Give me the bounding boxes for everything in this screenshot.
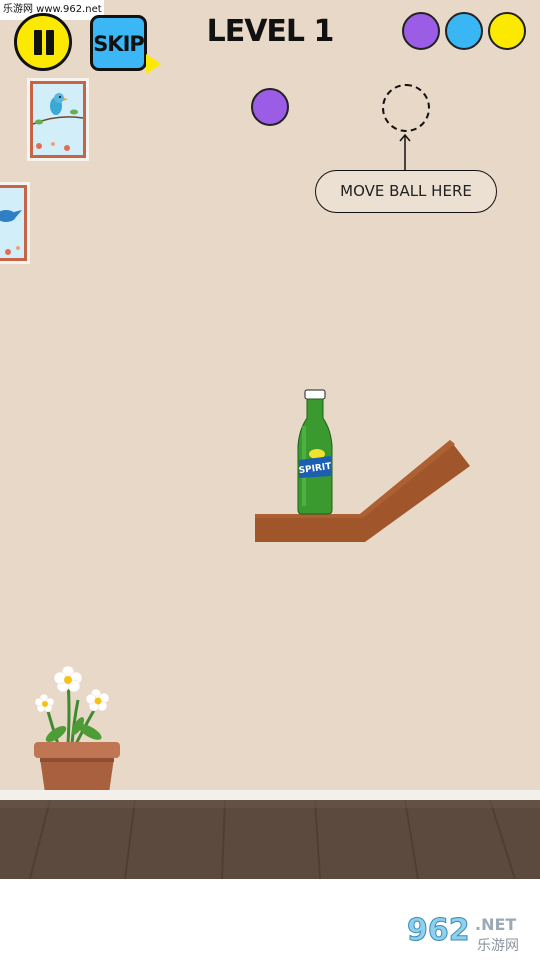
remaining-ball-yellow <box>488 12 526 50</box>
skip-button[interactable]: SKIP <box>90 15 161 74</box>
skip-label: SKIP <box>93 32 145 56</box>
hint-arrow-icon <box>399 133 411 171</box>
pause-button[interactable] <box>14 13 72 71</box>
watermark-sub: 乐游网 <box>477 938 519 954</box>
target-circle <box>382 84 430 132</box>
hint-bubble: MOVE BALL HERE <box>315 170 497 213</box>
play-arrow-icon <box>146 54 161 74</box>
bird-picture-frame-partial <box>0 182 30 264</box>
floor-baseboard <box>0 790 540 800</box>
level-title: LEVEL 1 <box>206 14 335 49</box>
draggable-ball[interactable] <box>251 88 289 126</box>
watermark-main: 962 <box>407 913 470 948</box>
wooden-floor <box>0 800 540 879</box>
remaining-ball-purple <box>402 12 440 50</box>
remaining-ball-blue <box>445 12 483 50</box>
bird-picture-frame <box>27 78 89 161</box>
watermark-logo: 962 .NET 乐游网 <box>403 908 533 954</box>
watermark-suffix: .NET <box>475 915 516 934</box>
soda-bottle: SPIRIT <box>297 389 333 515</box>
wooden-shelf-ramp <box>255 440 470 542</box>
